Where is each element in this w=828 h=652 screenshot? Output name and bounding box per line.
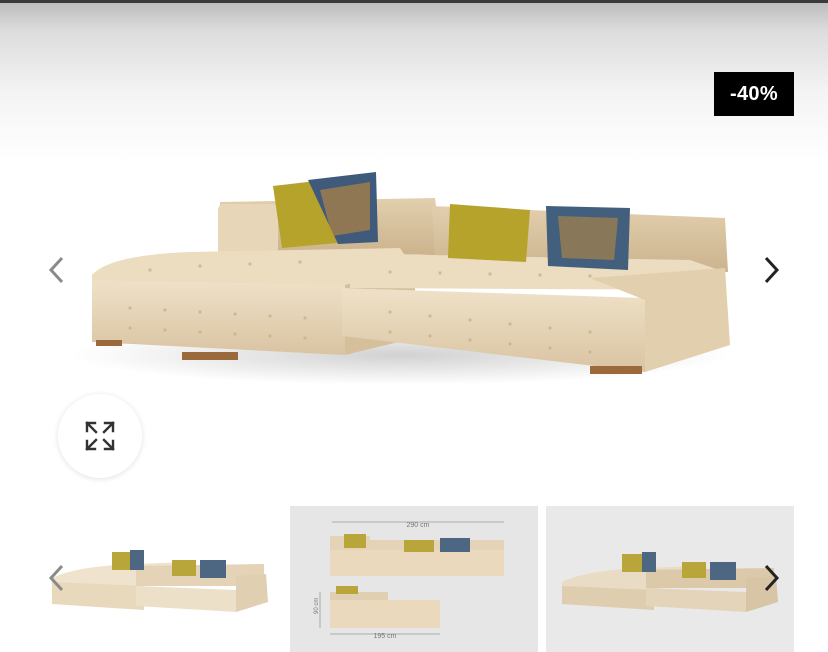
thumbnail-2[interactable]: 290 cm 90 cm 195 cm <box>290 506 538 652</box>
chevron-right-icon <box>764 256 780 284</box>
dimension-depth-label: 195 cm <box>374 633 397 640</box>
next-thumbnail-button[interactable] <box>754 556 790 600</box>
expand-arrows-icon <box>85 421 115 451</box>
product-image-gallery: -40% 290 cm 90 cm 195 cm <box>0 0 828 652</box>
dimension-width-label: 290 cm <box>407 522 430 529</box>
chevron-left-icon <box>48 564 64 592</box>
previous-thumbnail-button[interactable] <box>38 556 74 600</box>
discount-badge: -40% <box>714 72 794 116</box>
next-image-button[interactable] <box>754 248 790 292</box>
thumbnail-dimension-drawing: 290 cm 90 cm 195 cm <box>314 521 504 640</box>
sofa-image <box>70 172 730 385</box>
chevron-left-icon <box>48 256 64 284</box>
main-product-image[interactable]: -40% <box>0 0 828 498</box>
dimension-side-label: 90 cm <box>314 598 320 614</box>
thumbnail-strip: 290 cm 90 cm 195 cm <box>0 506 828 652</box>
zoom-button[interactable] <box>58 394 142 478</box>
chevron-right-icon <box>764 564 780 592</box>
previous-image-button[interactable] <box>38 248 74 292</box>
